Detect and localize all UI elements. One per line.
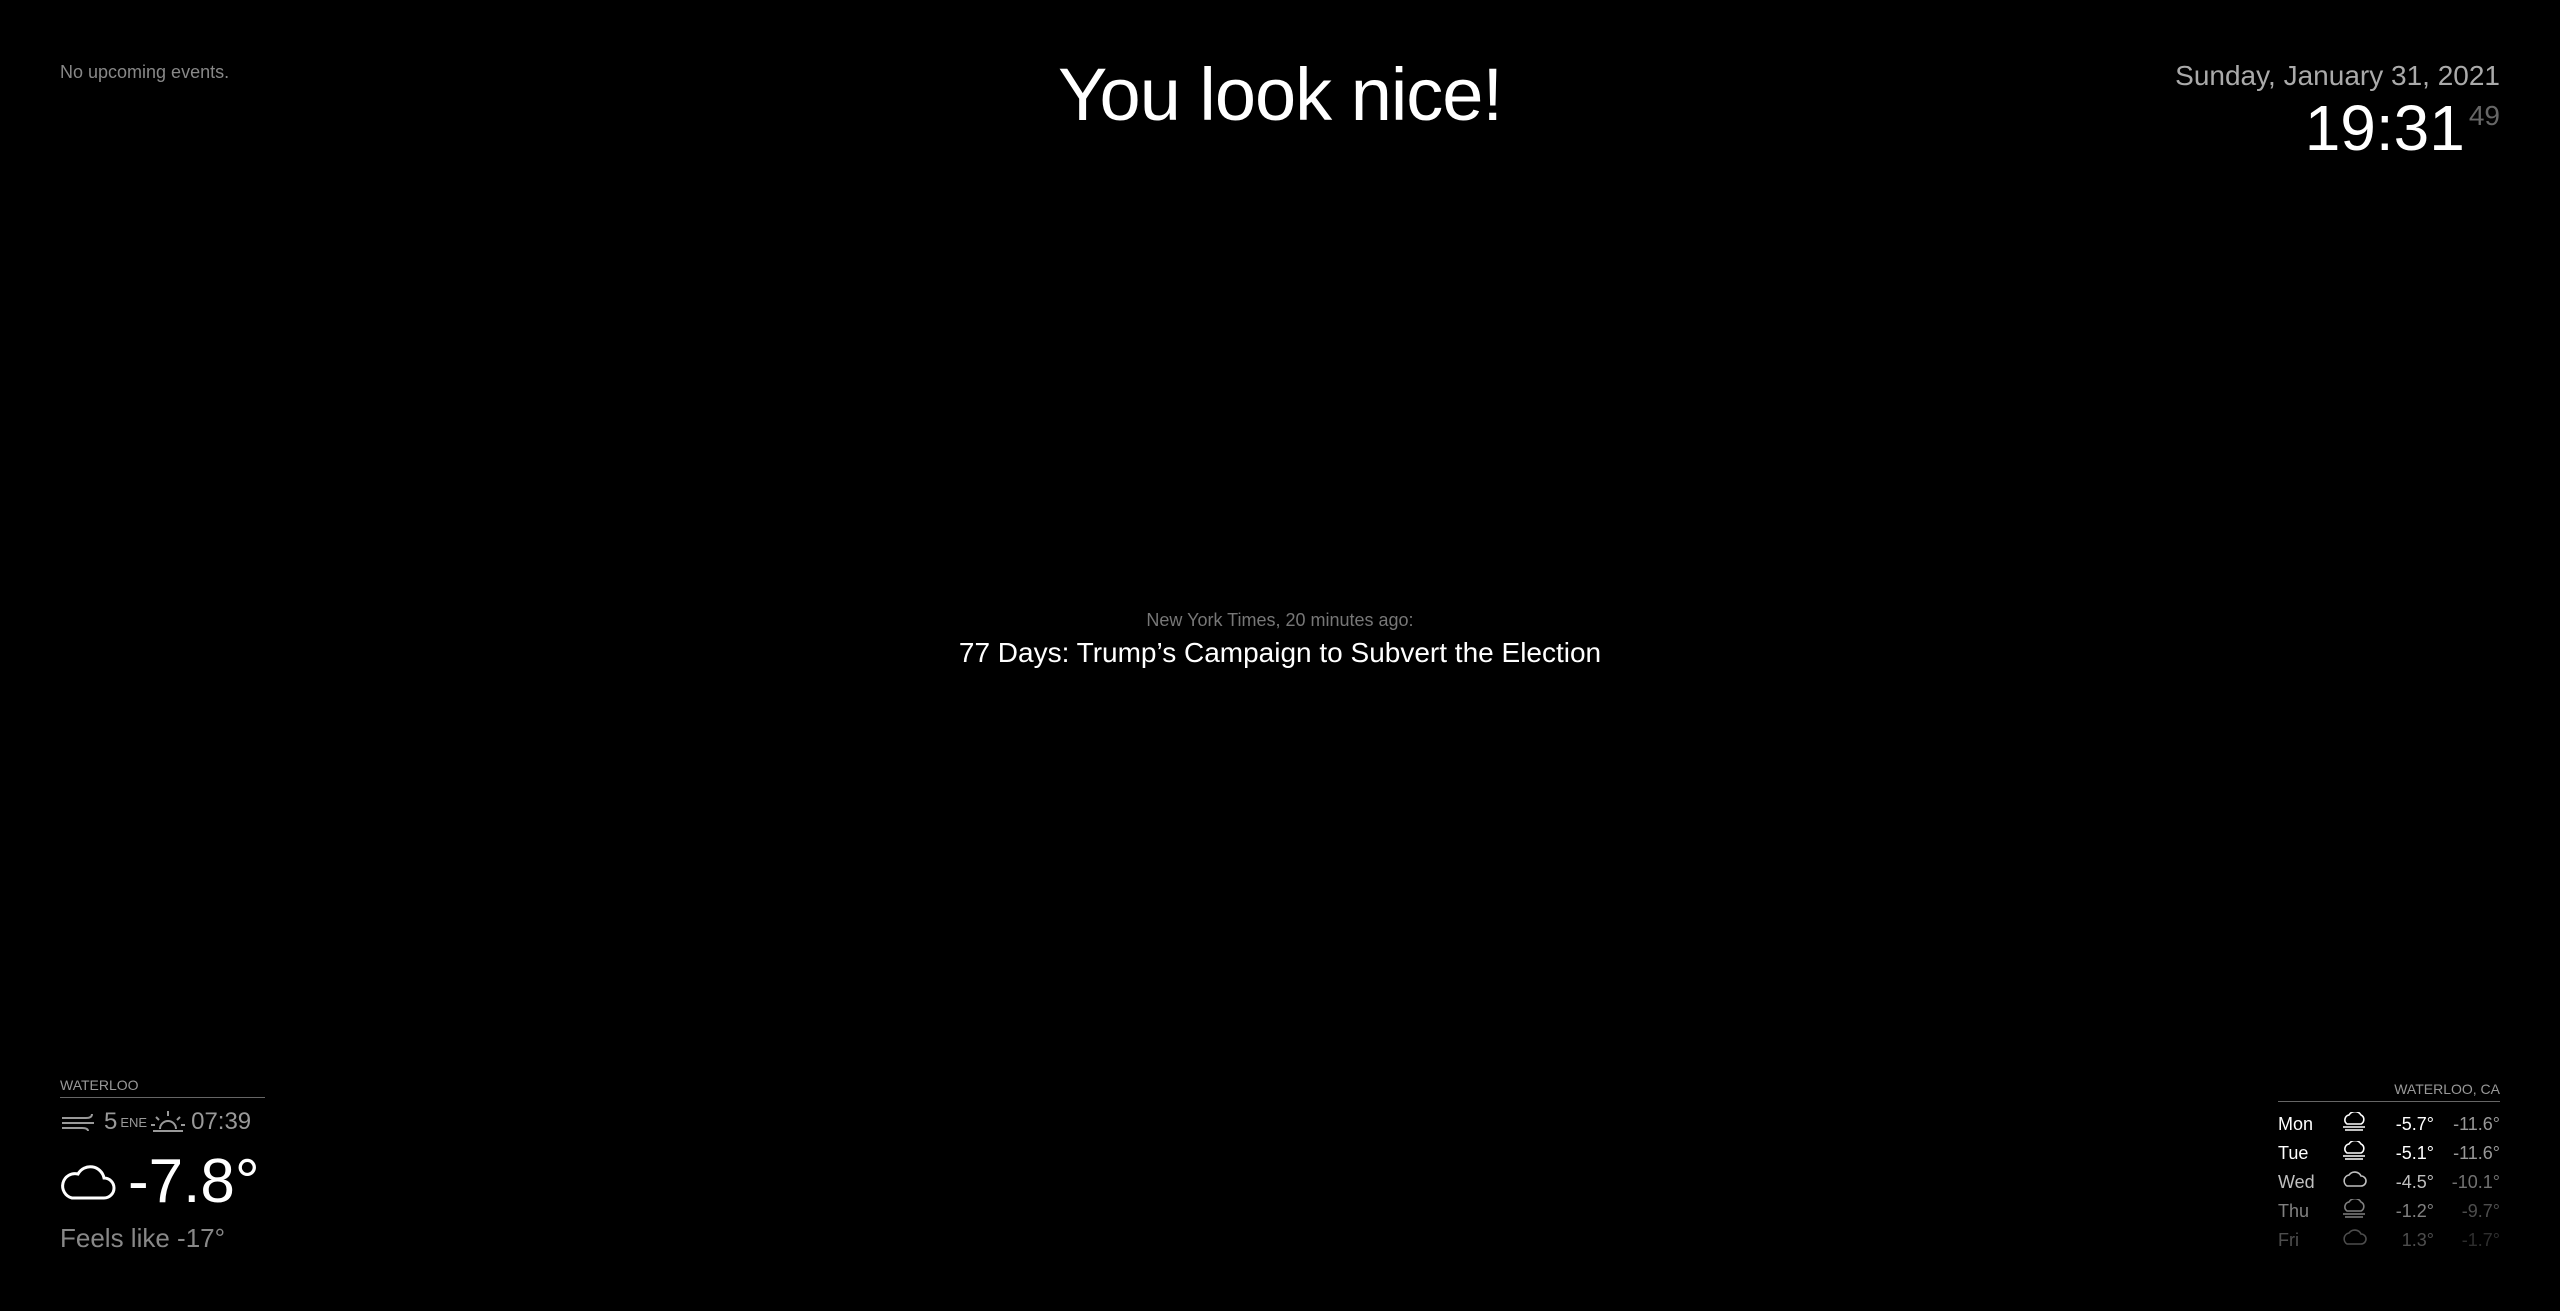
temperature-row: -7.8° xyxy=(60,1146,265,1217)
weather-forecast: WATERLOO, CA Mon -5.7° -11.6° Tue -5.1° -11.6… xyxy=(2278,1081,2500,1255)
forecast-max-temp: -1.2° xyxy=(2395,1201,2434,1221)
forecast-row-wed: Wed -4.5° -10.1° xyxy=(2278,1168,2500,1197)
cloudy-icon xyxy=(60,1162,116,1202)
wind-icon xyxy=(60,1112,98,1132)
forecast-location: WATERLOO, CA xyxy=(2278,1081,2500,1102)
magic-mirror-screen: No upcoming events. You look nice! Sunda… xyxy=(0,0,2560,1311)
news-headline: 77 Days: Trump’s Campaign to Subvert the… xyxy=(958,637,1602,668)
forecast-min-temp: -10.1° xyxy=(2451,1172,2500,1192)
forecast-max-temp: -5.1° xyxy=(2395,1143,2434,1163)
clock-hours-minutes: 19:31 xyxy=(2304,92,2465,164)
current-temperature: -7.8° xyxy=(128,1147,260,1216)
forecast-day: Thu xyxy=(2278,1201,2310,1221)
forecast-min-temp: -1.7° xyxy=(2461,1230,2500,1250)
sunrise-icon xyxy=(151,1109,186,1135)
snow-cloud-icon xyxy=(2334,1139,2374,1168)
clock-time: 19:31 49 xyxy=(2175,96,2500,160)
forecast-max-temp: -4.5° xyxy=(2395,1172,2434,1192)
forecast-row-fri: Fri 1.3° -1.7° xyxy=(2278,1226,2500,1255)
forecast-max-temp: 1.3° xyxy=(2401,1230,2434,1250)
snow-cloud-icon xyxy=(2334,1197,2374,1226)
forecast-row-tue: Tue -5.1° -11.6° xyxy=(2278,1139,2500,1168)
feels-like: Feels like -17° xyxy=(60,1223,226,1253)
forecast-day: Fri xyxy=(2278,1230,2299,1250)
cloudy-icon xyxy=(2334,1168,2374,1197)
clock-seconds: 49 xyxy=(2468,100,2500,131)
newsfeed: New York Times, 20 minutes ago: 77 Days:… xyxy=(0,610,2560,669)
snow-cloud-icon xyxy=(2334,1110,2374,1139)
forecast-day: Mon xyxy=(2278,1114,2314,1134)
forecast-min-temp: -9.7° xyxy=(2461,1201,2500,1221)
sunrise-time: 07:39 xyxy=(191,1108,252,1135)
forecast-row-mon: Mon -5.7° -11.6° xyxy=(2278,1110,2500,1139)
forecast-day: Tue xyxy=(2278,1143,2309,1163)
wind-speed: 5 xyxy=(104,1108,118,1135)
wind-direction: ENE xyxy=(120,1114,148,1130)
current-weather: WATERLOO 5 ENE 07:39 -7.8° Feels like -1… xyxy=(60,1077,265,1254)
wind-sunrise-row: 5 ENE 07:39 xyxy=(60,1108,265,1136)
clock-date: Sunday, January 31, 2021 xyxy=(2175,60,2500,91)
forecast-row-thu: Thu -1.2° -9.7° xyxy=(2278,1197,2500,1226)
clock: Sunday, January 31, 2021 19:31 49 xyxy=(2175,60,2500,160)
forecast-min-temp: -11.6° xyxy=(2453,1143,2500,1163)
forecast-day: Wed xyxy=(2278,1172,2315,1192)
forecast-table: Mon -5.7° -11.6° Tue -5.1° -11.6° Wed -4.5° -10.… xyxy=(2278,1110,2500,1255)
cloudy-icon xyxy=(2334,1226,2374,1255)
current-weather-location: WATERLOO xyxy=(60,1077,265,1098)
forecast-min-temp: -11.6° xyxy=(2453,1114,2500,1134)
news-source: New York Times, 20 minutes ago: xyxy=(1146,610,1414,630)
forecast-max-temp: -5.7° xyxy=(2395,1114,2434,1134)
